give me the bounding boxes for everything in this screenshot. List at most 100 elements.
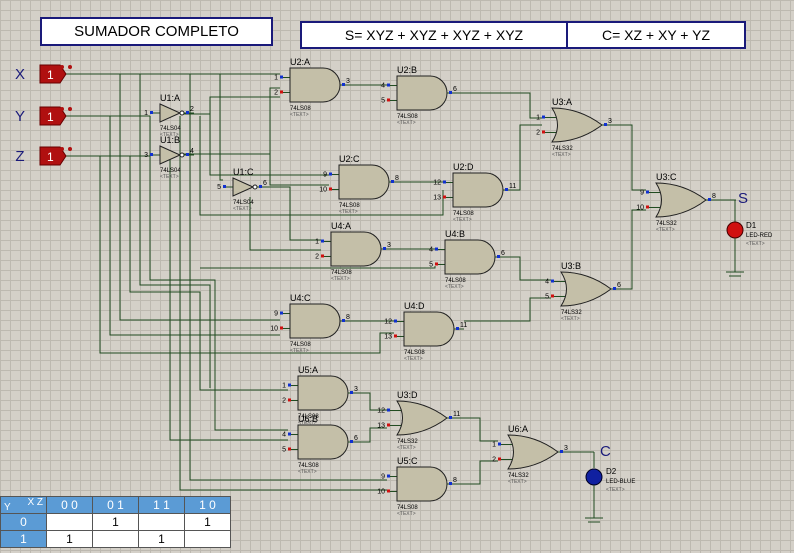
gate-body: [159, 103, 182, 123]
pin-number: 2: [282, 397, 286, 404]
gate-u3-a: 123U3:A74LS32<TEXT>: [536, 97, 612, 158]
karnaugh-corner: X Z Y: [0, 496, 47, 514]
pin-marker: [391, 180, 394, 183]
pin-number: 3: [387, 242, 391, 249]
gate-body: [560, 271, 612, 307]
pin-marker: [288, 383, 291, 387]
led-d1-name: D1: [746, 221, 757, 230]
pin-marker: [280, 311, 283, 315]
pin-marker: [321, 254, 324, 258]
pin-number: 3: [144, 152, 148, 159]
pin-marker: [646, 205, 649, 209]
gate-u3-b: 456U3:B74LS32<TEXT>: [545, 261, 621, 322]
gate-id: U2:B: [397, 65, 417, 75]
pin-number: 5: [545, 293, 549, 300]
pin-marker: [394, 334, 397, 338]
pin-marker: [456, 327, 459, 330]
state-dot: [60, 65, 64, 69]
pin-number: 6: [453, 86, 457, 93]
pin-marker: [288, 447, 291, 451]
pin-marker: [350, 391, 353, 394]
karnaugh-cell: [138, 513, 185, 531]
gate-id: U4:D: [404, 301, 425, 311]
wire: [169, 156, 288, 441]
karnaugh-cell: [184, 530, 231, 548]
led-d1-type: LED-RED: [746, 233, 773, 239]
pin-number: 3: [564, 445, 568, 452]
gate-id: U1:C: [233, 167, 254, 177]
state-dot: [68, 107, 72, 111]
wire: [447, 92, 542, 119]
text-placeholder: <TEXT>: [404, 356, 423, 362]
pin-number: 2: [492, 456, 496, 463]
karnaugh-cell: [92, 530, 139, 548]
pin-marker: [387, 408, 390, 412]
karnaugh-col-header: 0 1: [92, 496, 139, 514]
pin-marker: [387, 474, 390, 478]
pin-number: 9: [274, 311, 278, 318]
text-placeholder: <TEXT>: [453, 217, 472, 223]
wire: [611, 209, 646, 290]
input-label: Z: [15, 148, 24, 165]
gate-id: U3:C: [656, 172, 677, 182]
wire: [219, 74, 223, 181]
input-label: Y: [15, 108, 25, 125]
output-label-s: S: [738, 190, 748, 207]
text-placeholder: <TEXT>: [397, 511, 416, 517]
pin-number: 1: [144, 110, 148, 117]
karnaugh-cell: [46, 513, 93, 531]
pin-marker: [551, 279, 554, 283]
pin-number: 5: [217, 184, 221, 191]
pin-number: 10: [636, 204, 644, 211]
pin-number: 4: [381, 83, 385, 90]
pin-number: 4: [545, 279, 549, 286]
io-components: X 1Y 1Z 1SD1LED-RED<TEXT>CD2LED-BLUE<TEXT>: [15, 64, 773, 523]
pin-marker: [497, 255, 500, 258]
logic-state: 1: [47, 110, 54, 124]
pin-marker: [542, 115, 545, 119]
input-z: Z1: [15, 146, 72, 166]
pin-marker: [646, 190, 649, 194]
gate-body: [396, 75, 448, 111]
pin-number: 12: [377, 408, 385, 415]
pin-number: 12: [384, 319, 392, 326]
gate-body: [289, 303, 341, 339]
gate-u6-b: 456U6:B74LS08<TEXT>: [282, 414, 358, 475]
gate-id: U3:D: [397, 390, 418, 400]
pin-number: 10: [377, 488, 385, 495]
gate-body: [452, 172, 504, 208]
gate-body: [655, 182, 707, 218]
pin-number: 6: [263, 180, 267, 187]
pin-number: 5: [381, 97, 385, 104]
gate-id: U2:A: [290, 57, 310, 67]
karnaugh-table: X Z Y 0 0 0 1 1 1 1 0 0 1 1 1 1 1: [0, 496, 231, 548]
gate-id: U6:A: [508, 424, 528, 434]
pin-number: 12: [433, 180, 441, 187]
circuit-diagram: 123U2:A74LS08<TEXT>456U2:B74LS08<TEXT>12…: [15, 57, 773, 523]
gate-body: [396, 400, 448, 436]
pin-marker: [259, 185, 262, 188]
pin-number: 3: [346, 78, 350, 85]
pin-marker: [350, 440, 353, 443]
text-placeholder: <TEXT>: [561, 316, 580, 322]
pin-number: 11: [453, 411, 460, 418]
pin-marker: [383, 247, 386, 250]
gate-body: [297, 424, 349, 460]
pin-marker: [435, 247, 438, 251]
gate-id: U1:A: [160, 93, 180, 103]
pin-number: 6: [617, 282, 621, 289]
pin-marker: [387, 83, 390, 87]
pin-marker: [280, 75, 283, 79]
state-dot: [60, 147, 64, 151]
text-placeholder: <TEXT>: [397, 445, 416, 451]
pin-number: 6: [354, 435, 358, 442]
gates: 123U2:A74LS08<TEXT>456U2:B74LS08<TEXT>12…: [144, 57, 716, 517]
pin-marker: [342, 319, 345, 322]
pin-marker: [449, 482, 452, 485]
state-dot: [60, 107, 64, 111]
pin-number: 10: [270, 325, 278, 332]
pin-marker: [498, 442, 501, 446]
gate-u5-a: 123U5:A74LS08<TEXT>: [282, 365, 358, 426]
led-blue-icon: [585, 468, 603, 486]
karnaugh-corner-top: X Z: [27, 497, 43, 508]
